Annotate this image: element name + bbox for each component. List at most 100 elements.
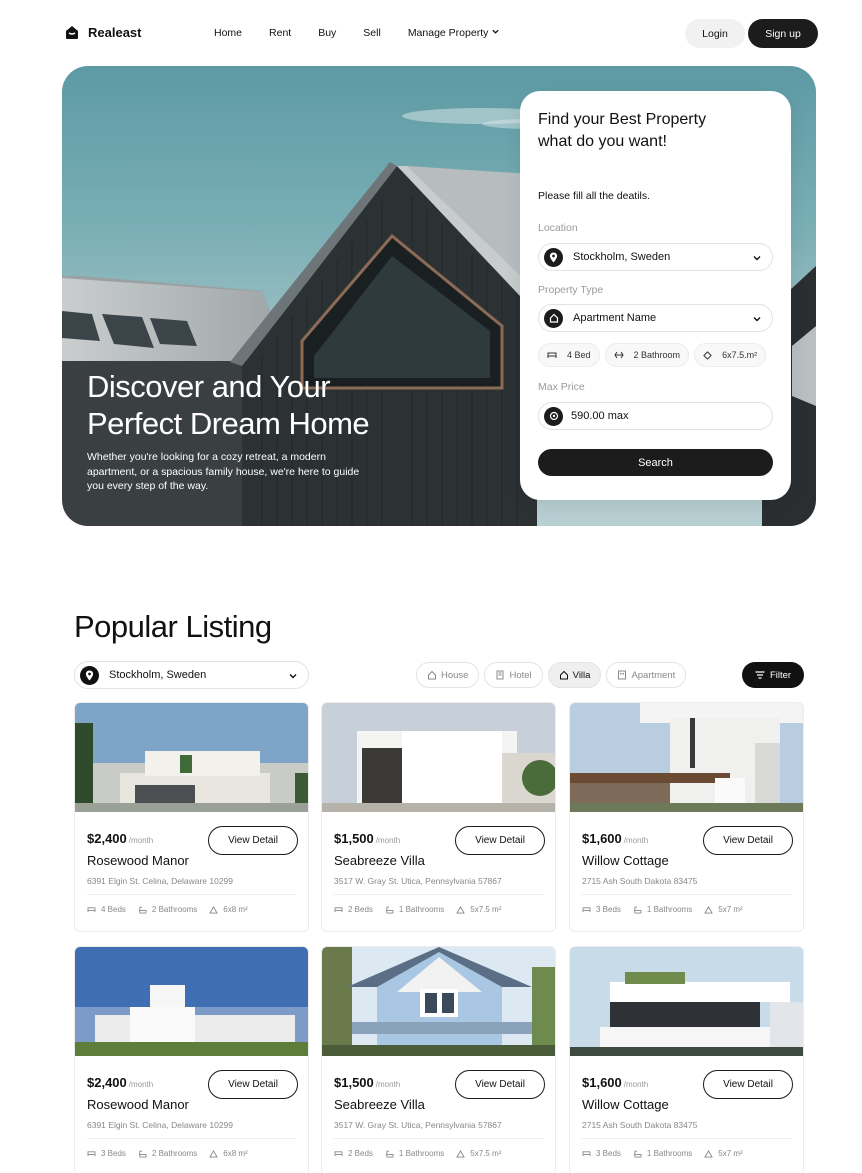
brand-name: Realeast xyxy=(88,24,142,40)
listing-divider xyxy=(87,1138,296,1139)
spec-chips: 4 Bed 2 Bathroom 6x7.5.m² xyxy=(538,343,767,367)
view-detail-button[interactable]: View Detail xyxy=(455,826,545,855)
nav-buy[interactable]: Buy xyxy=(318,27,336,39)
listing-size-label: 6x8 m² xyxy=(223,1149,248,1158)
filter-villa-label: Villa xyxy=(572,669,591,681)
view-detail-button[interactable]: View Detail xyxy=(208,826,298,855)
area-icon xyxy=(209,1149,219,1158)
bed-icon xyxy=(547,352,557,358)
listing-price-value: $1,600 xyxy=(582,1075,622,1090)
listing-beds-label: 2 Beds xyxy=(348,1149,373,1158)
listing-beds-label: 3 Beds xyxy=(596,905,621,914)
listing-size-label: 5x7.5 m² xyxy=(470,905,502,914)
view-detail-button[interactable]: View Detail xyxy=(703,826,793,855)
search-title-line-1: Find your Best Property xyxy=(538,111,707,128)
listing-beds-label: 3 Beds xyxy=(596,1149,621,1158)
listing-card[interactable]: $2,400/month View Detail Rosewood Manor 639… xyxy=(74,702,309,932)
listing-card[interactable]: $2,400/month View Detail Rosewood Manor 639… xyxy=(74,946,309,1173)
listing-price-value: $1,600 xyxy=(582,831,622,846)
listing-location-value: Stockholm, Sweden xyxy=(109,669,207,681)
signup-button[interactable]: Sign up xyxy=(748,19,818,48)
listing-price-value: $2,400 xyxy=(87,1075,127,1090)
hotel-icon xyxy=(496,670,504,680)
area-icon xyxy=(456,905,466,914)
listing-photo xyxy=(322,703,555,812)
hero-title-line-1: Discover and Your xyxy=(87,369,331,404)
bath-icon xyxy=(385,1149,394,1158)
listing-beds-label: 2 Beds xyxy=(348,905,373,914)
chip-bathroom[interactable]: 2 Bathroom xyxy=(604,343,690,367)
category-filters: House Hotel Villa Apartment xyxy=(416,662,687,688)
listing-price: $1,500/month xyxy=(334,831,400,846)
nav-sell[interactable]: Sell xyxy=(363,27,381,39)
listing-beds: 4 Beds xyxy=(87,905,126,914)
listing-price-value: $1,500 xyxy=(334,831,374,846)
property-type-select[interactable]: Apartment Name xyxy=(538,304,773,332)
bed-icon xyxy=(582,1151,591,1157)
search-button[interactable]: Search xyxy=(538,449,773,476)
chip-size[interactable]: 6x7.5.m² xyxy=(694,343,767,367)
listing-address: 2715 Ash South Dakota 83475 xyxy=(582,876,698,886)
listing-name: Willow Cottage xyxy=(582,853,669,868)
listing-card[interactable]: $1,500/month View Detail Seabreeze Villa 35… xyxy=(321,946,556,1173)
location-select[interactable]: Stockholm, Sweden xyxy=(538,243,773,271)
max-price-input[interactable]: 590.00 max xyxy=(538,402,773,430)
view-detail-button[interactable]: View Detail xyxy=(455,1070,545,1099)
listing-baths: 2 Bathrooms xyxy=(138,1149,197,1158)
nav-home[interactable]: Home xyxy=(214,27,242,39)
listing-name: Willow Cottage xyxy=(582,1097,669,1112)
bed-icon xyxy=(87,907,96,913)
listing-beds: 3 Beds xyxy=(582,1149,621,1158)
listing-price: $1,600/month xyxy=(582,831,648,846)
listing-beds: 3 Beds xyxy=(582,905,621,914)
bath-icon xyxy=(385,905,394,914)
nav-rent[interactable]: Rent xyxy=(269,27,291,39)
listing-card[interactable]: $1,600/month View Detail Willow Cottage 271… xyxy=(569,946,804,1173)
max-price-label: Max Price xyxy=(538,381,585,393)
bed-icon xyxy=(334,1151,343,1157)
chip-beds[interactable]: 4 Bed xyxy=(538,343,600,367)
listing-divider xyxy=(582,1138,791,1139)
listing-card[interactable]: $1,500/month View Detail Seabreeze Villa 35… xyxy=(321,702,556,932)
listing-name: Rosewood Manor xyxy=(87,1097,189,1112)
max-price-value: 590.00 max xyxy=(571,410,629,422)
listing-card[interactable]: $1,600/month View Detail Willow Cottage 271… xyxy=(569,702,804,932)
listing-divider xyxy=(582,894,791,895)
bed-icon xyxy=(87,1151,96,1157)
chevron-down-icon xyxy=(753,317,761,322)
filter-apartment[interactable]: Apartment xyxy=(606,662,687,688)
location-pin-icon xyxy=(544,247,563,267)
listing-address: 3517 W. Gray St. Utica, Pennsylvania 578… xyxy=(334,1120,502,1130)
listing-baths: 1 Bathrooms xyxy=(633,1149,692,1158)
listing-beds: 2 Beds xyxy=(334,1149,373,1158)
filter-button[interactable]: Filter xyxy=(742,662,804,688)
hero-subtitle: Whether you're looking for a cozy retrea… xyxy=(87,451,360,492)
view-detail-button[interactable]: View Detail xyxy=(703,1070,793,1099)
listing-photo xyxy=(570,947,803,1056)
listing-baths-label: 2 Bathrooms xyxy=(151,1149,198,1158)
search-title: Find your Best Property what do you want… xyxy=(538,109,758,153)
property-type-label: Property Type xyxy=(538,284,604,296)
listing-features: 2 Beds 1 Bathrooms 5x7.5 m² xyxy=(334,1149,501,1158)
listing-location-select[interactable]: Stockholm, Sweden xyxy=(74,661,309,689)
listing-baths: 1 Bathrooms xyxy=(633,905,692,914)
listing-photo xyxy=(570,703,803,812)
listing-size: 5x7 m² xyxy=(704,905,743,914)
listing-price-period: /month xyxy=(128,836,154,845)
filter-house[interactable]: House xyxy=(416,662,480,688)
brand-logo[interactable]: Realeast xyxy=(64,24,141,40)
login-button[interactable]: Login xyxy=(685,19,745,48)
filter-villa[interactable]: Villa xyxy=(547,662,602,688)
view-detail-button[interactable]: View Detail xyxy=(208,1070,298,1099)
bed-icon xyxy=(582,907,591,913)
nav-manage-property[interactable]: Manage Property xyxy=(408,27,500,39)
listing-price-period: /month xyxy=(623,836,649,845)
listing-divider xyxy=(334,894,543,895)
filter-hotel[interactable]: Hotel xyxy=(484,662,543,688)
listing-baths-label: 1 Bathrooms xyxy=(398,1149,445,1158)
property-search-card: Find your Best Property what do you want… xyxy=(520,91,791,500)
chevron-down-icon xyxy=(492,29,499,34)
hero-title-line-2: Perfect Dream Home xyxy=(87,406,370,441)
listing-baths-label: 1 Bathrooms xyxy=(398,905,445,914)
listing-size: 6x8 m² xyxy=(209,905,248,914)
